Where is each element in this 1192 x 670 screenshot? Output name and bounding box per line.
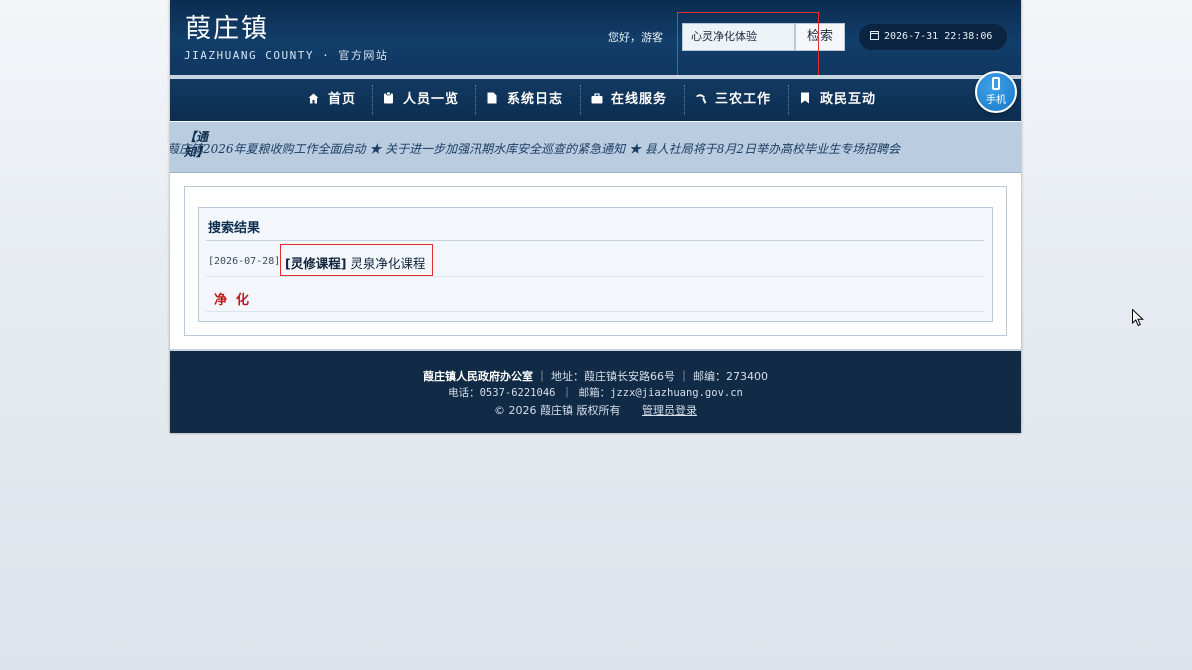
nav-item-staff[interactable]: 人员一览 <box>383 79 459 121</box>
nav-label-interaction: 政民互动 <box>820 92 877 107</box>
footer-address-line: 葭庄镇人民政府办公室 ｜ 地址：葭庄镇长安路66号 ｜ 邮编：273400 <box>170 368 1021 384</box>
sickle-icon <box>695 80 707 104</box>
nav-separator <box>580 85 582 115</box>
nav-separator <box>372 85 374 115</box>
admin-login-link[interactable]: 管理员登录 <box>642 404 697 417</box>
main-nav: 首页 人员一览 系统日志 在线服务 三农工作 政民互动 <box>170 79 1021 121</box>
nav-item-online-service[interactable]: 在线服务 <box>591 79 667 121</box>
footer-office: 葭庄镇人民政府办公室 <box>423 370 533 383</box>
footer-copyright-line: © 2026 葭庄镇 版权所有 管理员登录 <box>170 402 1021 418</box>
site-footer: 葭庄镇人民政府办公室 ｜ 地址：葭庄镇长安路66号 ｜ 邮编：273400 电话… <box>170 351 1021 433</box>
site-header: 葭庄镇 JIAZHUANG COUNTY · 官方网站 您好，游客 心灵净化体验… <box>170 0 1021 76</box>
briefcase-icon <box>591 80 603 104</box>
nav-item-interaction[interactable]: 政民互动 <box>800 79 876 121</box>
divider <box>206 276 984 277</box>
divider <box>206 311 984 312</box>
nav-label-home: 首页 <box>328 92 357 107</box>
nav-item-syslog[interactable]: 系统日志 <box>487 79 563 121</box>
notice-ticker: 葭庄镇2026年夏粮收购工作全面启动 ★ 关于进一步加强汛期水库安全巡查的紧急通… <box>170 122 1021 173</box>
results-heading: 搜索结果 <box>208 221 261 236</box>
ticker-text[interactable]: 葭庄镇2026年夏粮收购工作全面启动 ★ 关于进一步加强汛期水库安全巡查的紧急通… <box>170 140 900 157</box>
footer-contact: 电话：0537-6221046 ｜ 邮箱：jzzx@jiazhuang.gov.… <box>448 387 743 399</box>
result-date: [2026-07-28] <box>208 256 281 267</box>
nav-label-agriculture: 三农工作 <box>715 92 772 107</box>
calendar-icon <box>870 31 879 40</box>
nav-label-syslog: 系统日志 <box>507 92 564 107</box>
nav-separator <box>684 85 686 115</box>
result-highlight-box <box>280 244 433 276</box>
datetime-text: 2026-7-31 22:38:06 <box>884 31 993 42</box>
mobile-label: 手机 <box>986 95 1006 106</box>
page-container: 葭庄镇 JIAZHUANG COUNTY · 官方网站 您好，游客 心灵净化体验… <box>170 0 1021 433</box>
mobile-version-button[interactable]: 手机 <box>975 71 1017 113</box>
nav-label-online-service: 在线服务 <box>611 92 668 107</box>
site-subtitle: JIAZHUANG COUNTY · 官方网站 <box>184 49 389 62</box>
datetime-display: 2026-7-31 22:38:06 <box>859 24 1007 50</box>
nav-separator <box>788 85 790 115</box>
nav-separator <box>475 85 477 115</box>
divider <box>206 240 984 241</box>
ticker-label: 【通知】 <box>184 130 209 159</box>
greeting-text: 您好，游客 <box>608 31 663 44</box>
clipboard-icon <box>383 80 394 104</box>
search-highlight-box <box>677 12 819 76</box>
nav-item-home[interactable]: 首页 <box>308 79 356 121</box>
footer-copyright: © 2026 葭庄镇 版权所有 <box>494 404 621 417</box>
mouse-pointer-icon <box>1132 308 1145 331</box>
nav-item-agriculture[interactable]: 三农工作 <box>695 79 771 121</box>
site-title[interactable]: 葭庄镇 <box>185 8 269 45</box>
result-tag: 净化 <box>214 293 259 308</box>
phone-icon <box>992 77 1000 90</box>
home-icon <box>308 80 319 104</box>
nav-label-staff: 人员一览 <box>403 92 460 107</box>
footer-address: ｜ 地址：葭庄镇长安路66号 ｜ 邮编：273400 <box>536 370 768 383</box>
document-icon <box>487 80 498 104</box>
bookmark-icon <box>800 80 811 104</box>
